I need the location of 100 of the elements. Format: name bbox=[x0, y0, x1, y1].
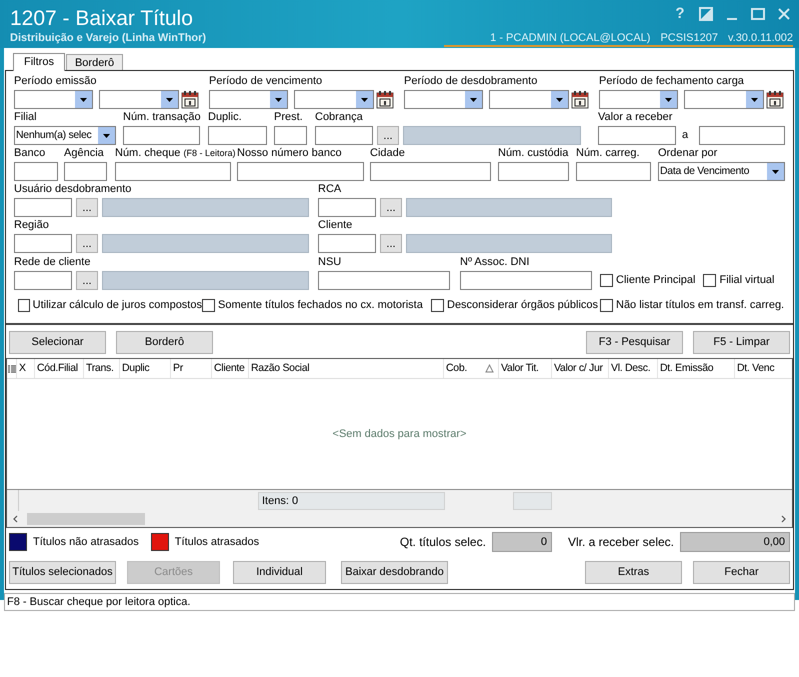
checkbox[interactable] bbox=[431, 299, 444, 312]
maximize-button[interactable] bbox=[751, 7, 765, 21]
checkbox-label: Não listar títulos em transf. carreg. bbox=[616, 298, 784, 314]
field-label: Período emissão bbox=[14, 75, 98, 89]
input-field[interactable] bbox=[14, 198, 72, 217]
checkbox[interactable] bbox=[703, 274, 716, 287]
total-field: 0 bbox=[492, 532, 552, 552]
dropdown-field[interactable] bbox=[599, 90, 678, 109]
input-field[interactable] bbox=[14, 234, 72, 253]
dropdown-field[interactable] bbox=[294, 90, 374, 109]
field-label: Período de desdobramento bbox=[404, 75, 538, 89]
column-header[interactable]: Dt. Venc bbox=[735, 359, 792, 378]
input-field[interactable] bbox=[64, 162, 107, 181]
action-button[interactable]: F5 - Limpar bbox=[693, 331, 790, 354]
input-field[interactable] bbox=[123, 126, 200, 145]
checkbox[interactable] bbox=[600, 299, 613, 312]
browse-button[interactable]: ... bbox=[380, 234, 402, 253]
window-subtitle: Distribuição e Varejo (Linha WinThor) bbox=[10, 32, 206, 45]
input-field[interactable] bbox=[14, 162, 58, 181]
input-field[interactable] bbox=[318, 234, 376, 253]
checkbox-label: Utilizar cálculo de juros compostos bbox=[32, 298, 202, 314]
input-field[interactable] bbox=[699, 126, 785, 145]
column-header[interactable]: Valor c/ Jur bbox=[552, 359, 609, 378]
field-label: Valor a receber bbox=[598, 111, 674, 125]
dropdown-field[interactable] bbox=[489, 90, 569, 109]
column-header[interactable]: Duplic bbox=[120, 359, 171, 378]
field-label: Nº Assoc. DNI bbox=[460, 256, 530, 270]
input-field[interactable] bbox=[115, 162, 231, 181]
browse-button[interactable]: ... bbox=[377, 126, 399, 145]
column-header[interactable]: X bbox=[17, 359, 35, 378]
checkbox-label: Desconsiderar órgãos públicos bbox=[447, 298, 598, 314]
checkbox-label: Cliente Principal bbox=[616, 273, 696, 288]
input-field[interactable] bbox=[318, 271, 450, 290]
calendar-icon bbox=[180, 90, 200, 109]
tab[interactable]: Borderô bbox=[66, 54, 124, 70]
program-code: PCSIS1207 bbox=[660, 32, 718, 45]
tab[interactable]: Filtros bbox=[13, 53, 65, 71]
browse-button[interactable]: ... bbox=[76, 271, 98, 290]
field-label: Duplic. bbox=[208, 111, 243, 125]
field-label: Usuário desdobramento bbox=[14, 183, 132, 197]
field-label: RCA bbox=[318, 183, 342, 197]
column-header[interactable]: Vl. Desc. bbox=[609, 359, 658, 378]
action-button[interactable]: Borderô bbox=[116, 331, 213, 354]
dropdown-field[interactable] bbox=[684, 90, 764, 109]
dropdown-field[interactable] bbox=[404, 90, 483, 109]
column-header[interactable]: Pr bbox=[171, 359, 212, 378]
input-field[interactable] bbox=[274, 126, 307, 145]
input-field[interactable] bbox=[208, 126, 267, 145]
dropdown-field[interactable] bbox=[99, 90, 179, 109]
field-label: Região bbox=[14, 219, 50, 233]
column-header[interactable]: Cód.Filial bbox=[35, 359, 84, 378]
checkbox[interactable] bbox=[18, 299, 30, 312]
horizontal-scrollbar[interactable] bbox=[7, 511, 792, 527]
dropdown-field[interactable]: Nenhum(a) selec bbox=[14, 126, 116, 145]
checkbox[interactable] bbox=[202, 299, 215, 312]
item-count: Itens: 0 bbox=[258, 492, 445, 510]
browse-button[interactable]: ... bbox=[76, 234, 98, 253]
input-field[interactable] bbox=[598, 126, 676, 145]
action-button[interactable]: F3 - Pesquisar bbox=[586, 331, 683, 354]
input-field[interactable] bbox=[315, 126, 373, 145]
column-header[interactable]: Valor Tit. bbox=[499, 359, 552, 378]
action-button[interactable]: Selecionar bbox=[9, 331, 106, 354]
dropdown-field[interactable]: Data de Vencimento bbox=[658, 162, 785, 181]
footer-button[interactable]: Extras bbox=[585, 561, 682, 584]
column-header[interactable]: Dt. Emissão bbox=[658, 359, 735, 378]
footer-button[interactable]: Títulos selecionados bbox=[9, 561, 116, 584]
field-label: Núm. custódia bbox=[498, 147, 569, 161]
close-icon bbox=[777, 7, 791, 21]
field-label: Período de fechamento carga bbox=[599, 75, 745, 89]
browse-button[interactable]: ... bbox=[380, 198, 402, 217]
footer-button[interactable]: Baixar desdobrando bbox=[341, 561, 448, 584]
column-header[interactable]: Razão Social bbox=[249, 359, 444, 378]
theme-button[interactable] bbox=[699, 7, 713, 21]
dropdown-field[interactable] bbox=[209, 90, 288, 109]
column-header[interactable]: Cob. bbox=[444, 359, 499, 378]
footer-button[interactable]: Fechar bbox=[693, 561, 790, 584]
footer-button[interactable]: Individual bbox=[233, 561, 326, 584]
scrollbar-thumb[interactable] bbox=[27, 513, 145, 525]
dropdown-field[interactable] bbox=[14, 90, 93, 109]
close-button[interactable] bbox=[777, 7, 791, 21]
input-field[interactable] bbox=[237, 162, 364, 181]
column-header[interactable]: Cliente bbox=[212, 359, 249, 378]
checkbox[interactable] bbox=[600, 274, 613, 287]
minimize-icon bbox=[727, 18, 737, 20]
input-field[interactable] bbox=[14, 271, 72, 290]
input-field[interactable] bbox=[460, 271, 592, 290]
field-label: Banco bbox=[14, 147, 46, 161]
input-field[interactable] bbox=[498, 162, 569, 181]
input-field[interactable] bbox=[576, 162, 651, 181]
field-label: Cidade bbox=[370, 147, 406, 161]
input-field[interactable] bbox=[318, 198, 376, 217]
total-label: Qt. títulos selec. bbox=[400, 534, 486, 551]
total-label: Vlr. a receber selec. bbox=[568, 534, 674, 551]
column-header[interactable]: Trans. bbox=[84, 359, 120, 378]
field-label: Filial bbox=[14, 111, 38, 125]
browse-button[interactable]: ... bbox=[76, 198, 98, 217]
version-text: v.30.0.11.002 bbox=[728, 32, 793, 45]
input-field[interactable] bbox=[370, 162, 491, 181]
empty-message: <Sem dados para mostrar> bbox=[332, 426, 466, 442]
total-field: 0,00 bbox=[680, 532, 790, 552]
